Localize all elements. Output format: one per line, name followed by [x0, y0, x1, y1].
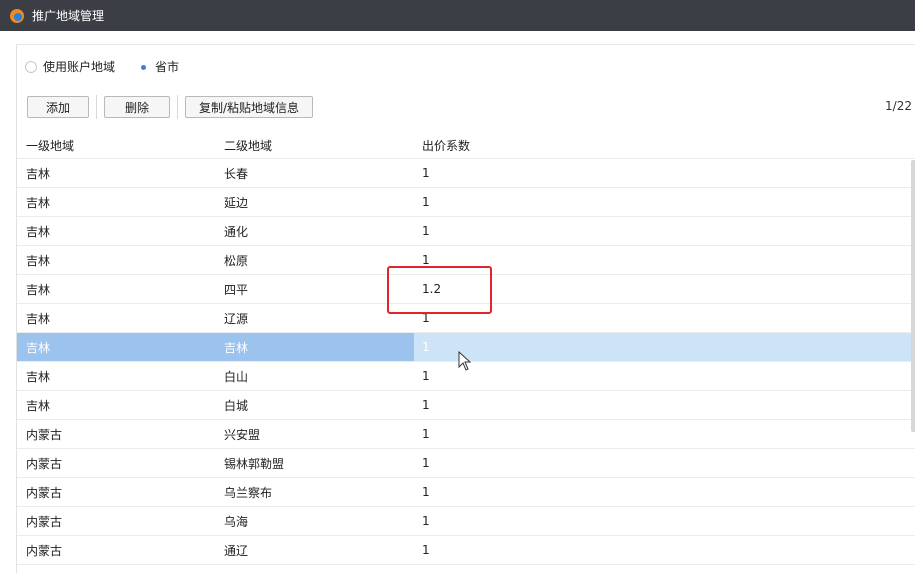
cell-region1: 吉林	[26, 253, 51, 268]
add-button[interactable]: 添加	[27, 96, 89, 118]
toolbar-divider	[96, 95, 97, 119]
table-row[interactable]: 吉林 白城 1	[17, 391, 915, 420]
cell-region1: 内蒙古	[26, 514, 63, 529]
radio-label: 省市	[155, 60, 180, 74]
cell-region1: 吉林	[26, 282, 51, 297]
toolbar: 添加 删除 复制/粘贴地域信息 1/22	[27, 95, 914, 119]
cell-region1: 吉林	[26, 369, 51, 384]
cell-region1: 内蒙古	[26, 456, 63, 471]
table-row[interactable]: 内蒙古 通辽 1	[17, 536, 915, 565]
table-row[interactable]: 吉林 延边 1	[17, 188, 915, 217]
cell-bid-coef[interactable]: 1	[422, 514, 430, 528]
page-indicator: 1/22	[885, 99, 912, 113]
cell-region2: 乌兰察布	[224, 485, 273, 500]
cell-region2: 四平	[224, 282, 249, 297]
header-bid-coef[interactable]: 出价系数	[422, 137, 470, 154]
cell-region2: 辽源	[224, 311, 249, 326]
table-row[interactable]: 内蒙古 乌兰察布 1	[17, 478, 915, 507]
cell-region1: 内蒙古	[26, 543, 63, 558]
header-region2[interactable]: 二级地域	[224, 137, 272, 154]
cell-bid-coef[interactable]: 1	[422, 195, 430, 209]
cell-region1: 吉林	[26, 166, 51, 181]
cell-region2: 白山	[224, 369, 249, 384]
cell-bid-coef[interactable]: 1	[422, 224, 430, 238]
radio-circle-icon[interactable]	[25, 60, 37, 73]
region-mode-radio-group: 使用账户地域 省市	[25, 58, 201, 75]
cell-region1: 吉林	[26, 398, 51, 413]
radio-label: 使用账户地域	[43, 60, 116, 74]
cell-region2: 锡林郭勒盟	[224, 456, 285, 471]
cell-bid-coef[interactable]: 1	[422, 398, 430, 412]
window-title: 推广地域管理	[32, 9, 105, 23]
table-row[interactable]: 内蒙古 乌海 1	[17, 507, 915, 536]
table-row[interactable]: 吉林 通化 1	[17, 217, 915, 246]
cell-region2: 通辽	[224, 543, 249, 558]
vertical-scrollbar[interactable]	[911, 160, 915, 432]
cell-region1: 吉林	[26, 195, 51, 210]
cell-region2: 白城	[224, 398, 249, 413]
cell-region1: 内蒙古	[26, 485, 63, 500]
region-table: 一级地域 二级地域 出价系数 吉林 长春 1 吉林 延边 1 吉林 通化 1 吉林 松原 1 吉林 四平 1…	[17, 132, 915, 565]
cell-region2: 通化	[224, 224, 249, 239]
copy-paste-region-button[interactable]: 复制/粘贴地域信息	[185, 96, 313, 118]
cell-region1: 吉林	[26, 340, 51, 355]
cell-region2: 兴安盟	[224, 427, 261, 442]
cell-region1: 吉林	[26, 311, 51, 326]
table-row[interactable]: 吉林 长春 1	[17, 159, 915, 188]
table-row[interactable]: 内蒙古 锡林郭勒盟 1	[17, 449, 915, 478]
cell-bid-coef[interactable]: 1	[422, 340, 430, 354]
cell-bid-coef[interactable]: 1	[422, 253, 430, 267]
cell-bid-coef[interactable]: 1	[422, 166, 430, 180]
cell-region2: 乌海	[224, 514, 249, 529]
header-region1[interactable]: 一级地域	[26, 137, 74, 154]
radio-province-city[interactable]: 省市	[137, 58, 179, 75]
cell-region2: 长春	[224, 166, 249, 181]
table-header: 一级地域 二级地域 出价系数	[17, 132, 915, 159]
mouse-cursor-icon	[458, 351, 472, 371]
radio-use-account-region[interactable]: 使用账户地域	[25, 58, 115, 75]
highlight-annotation-box	[387, 266, 492, 314]
cell-bid-coef[interactable]: 1	[422, 456, 430, 470]
cell-bid-coef[interactable]: 1	[422, 427, 430, 441]
title-bar: 推广地域管理	[0, 0, 915, 31]
cell-region2: 吉林	[224, 340, 249, 355]
cell-region1: 内蒙古	[26, 427, 63, 442]
cell-region2: 延边	[224, 195, 249, 210]
cell-region1: 吉林	[26, 224, 51, 239]
toolbar-divider	[177, 95, 178, 119]
selection-highlight	[17, 333, 414, 361]
cell-bid-coef[interactable]: 1	[422, 369, 430, 383]
table-row[interactable]: 内蒙古 兴安盟 1	[17, 420, 915, 449]
region-management-panel: 使用账户地域 省市 添加 删除 复制/粘贴地域信息 1/22 一级地域 二级地域…	[16, 44, 915, 573]
radio-checked-icon[interactable]	[137, 60, 150, 73]
app-logo-icon	[10, 8, 24, 23]
cell-bid-coef[interactable]: 1	[422, 485, 430, 499]
delete-button[interactable]: 删除	[104, 96, 170, 118]
cell-region2: 松原	[224, 253, 249, 268]
cell-bid-coef[interactable]: 1	[422, 543, 430, 557]
